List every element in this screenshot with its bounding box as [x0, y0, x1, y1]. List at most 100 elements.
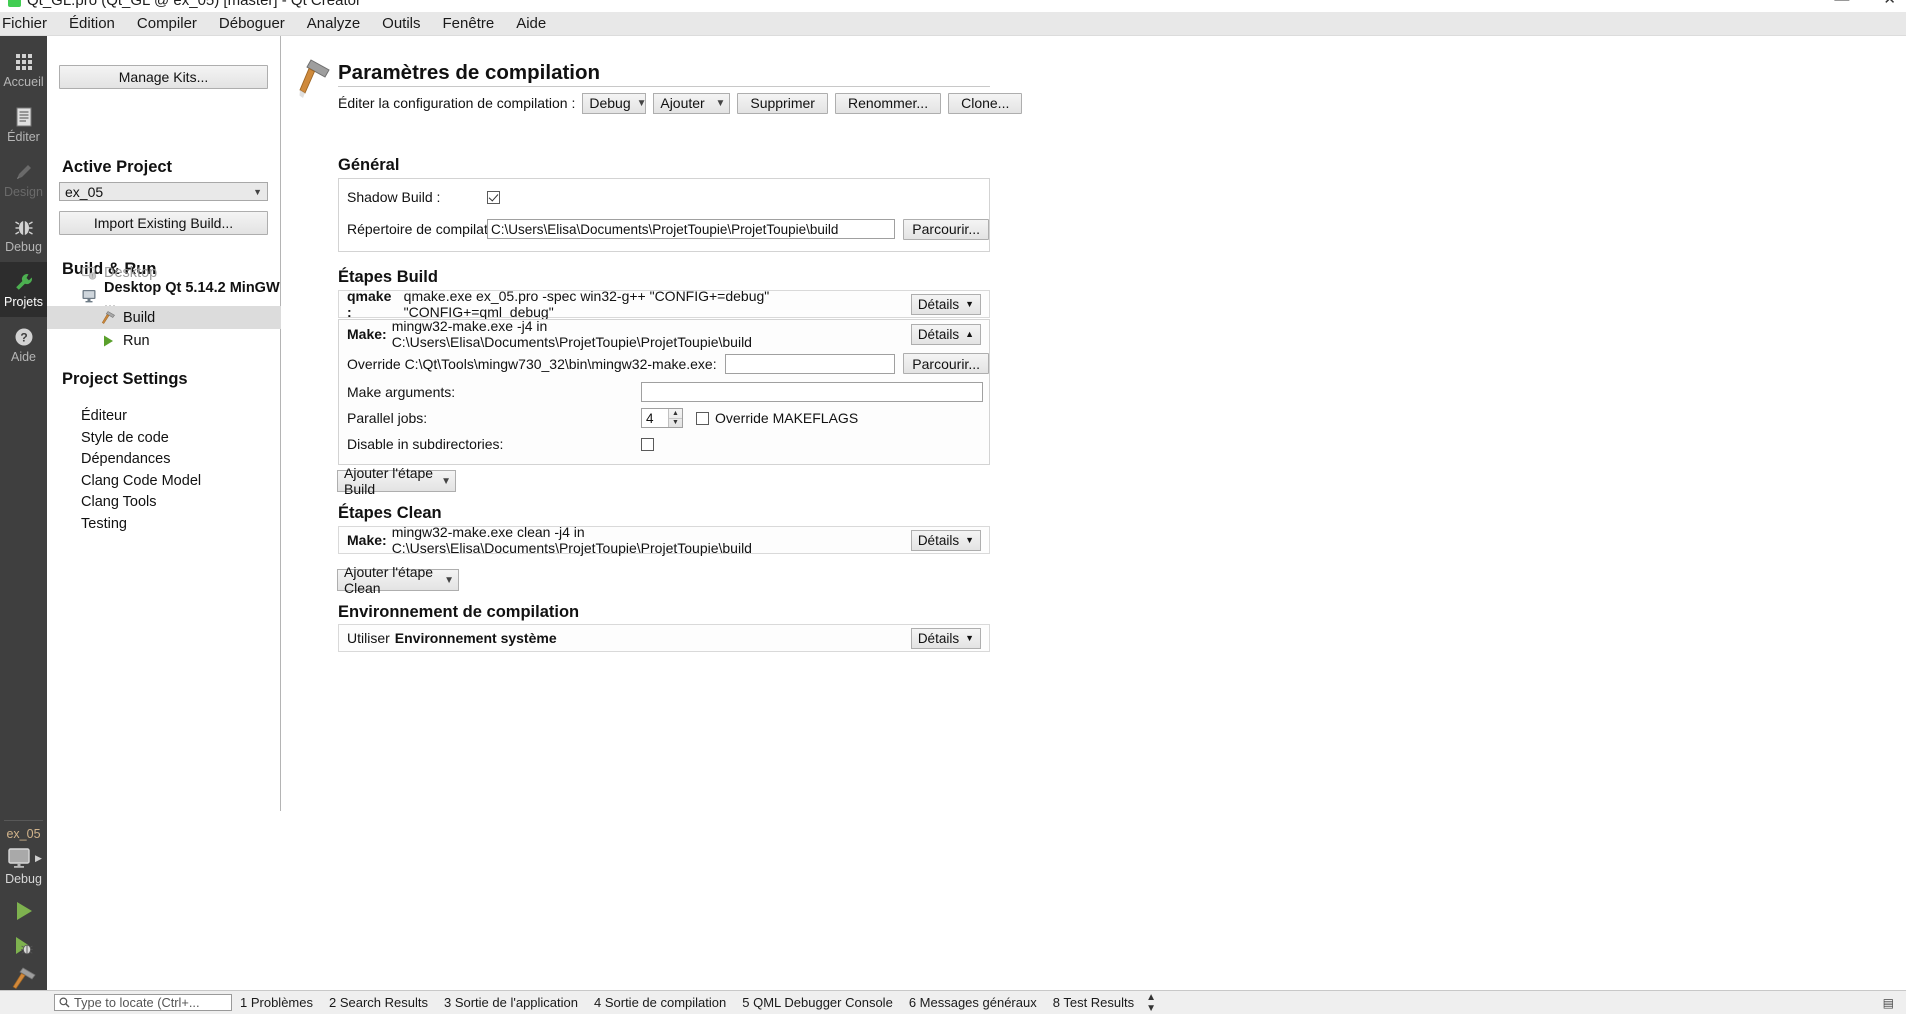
project-settings-item-clang-tools[interactable]: Clang Tools: [81, 494, 157, 510]
project-settings-item-clang-code-model[interactable]: Clang Code Model: [81, 473, 201, 489]
menu-fichier[interactable]: Fichier: [0, 13, 58, 34]
kit-target-selector[interactable]: ▶: [0, 844, 47, 872]
rename-config-button[interactable]: Renommer...: [834, 92, 942, 114]
clean-step-make[interactable]: Make: mingw32-make.exe clean -j4 in C:\U…: [338, 524, 990, 556]
locate-input[interactable]: Type to locate (Ctrl+...: [54, 994, 232, 1011]
mode-label-debug: Debug: [5, 239, 42, 254]
add-config-label: Ajouter: [660, 95, 705, 111]
menu-outils[interactable]: Outils: [371, 13, 431, 34]
make-arguments-row: Make arguments:: [339, 379, 989, 405]
status-item-sortie-application[interactable]: 3 Sortie de l'application: [436, 995, 586, 1010]
mode-button-editer[interactable]: Éditer: [0, 97, 47, 152]
menu-deboguer[interactable]: Déboguer: [208, 13, 296, 34]
tree-item-run[interactable]: Run: [47, 329, 281, 352]
project-settings-item-dependances[interactable]: Dépendances: [81, 451, 171, 467]
status-item-messages-generaux[interactable]: 6 Messages généraux: [901, 995, 1045, 1010]
status-bar: Type to locate (Ctrl+... 1 Problèmes 2 S…: [0, 990, 1906, 1014]
add-clean-step-button[interactable]: Ajouter l'étape Clean ▼: [337, 564, 459, 596]
disable-subdirectories-checkbox[interactable]: [641, 437, 654, 451]
minimize-icon[interactable]: —: [1834, 0, 1849, 8]
build-environment-details-button[interactable]: Détails ▼: [910, 627, 981, 649]
monitor-icon: [8, 848, 30, 868]
parallel-jobs-stepper[interactable]: 4 ▲ ▼: [641, 408, 683, 428]
clean-steps-heading: Étapes Clean: [338, 504, 442, 522]
make-arguments-input[interactable]: [641, 382, 983, 402]
chevron-down-icon: ▼: [444, 574, 454, 586]
build-config-toolbar: Éditer la configuration de compilation :…: [338, 86, 1023, 120]
make-details-button[interactable]: Détails ▲: [910, 323, 981, 345]
run-button[interactable]: [0, 894, 47, 928]
add-build-step-label: Ajouter l'étape Build: [344, 465, 434, 497]
tree-label-run: Run: [123, 332, 150, 349]
stepper-up-icon[interactable]: ▲: [669, 409, 682, 419]
mode-button-debug[interactable]: Debug: [0, 207, 47, 262]
wrench-icon: [15, 273, 32, 290]
add-config-button[interactable]: Ajouter ▼: [653, 92, 731, 114]
chevron-down-icon: ▼: [253, 186, 262, 197]
build-environment-heading: Environnement de compilation: [338, 603, 580, 621]
build-step-qmake[interactable]: qmake : qmake.exe ex_05.pro -spec win32-…: [338, 288, 990, 320]
shadow-build-row: Shadow Build :: [339, 179, 989, 215]
menu-compiler[interactable]: Compiler: [126, 13, 208, 34]
divider: [4, 820, 43, 821]
build-step-make-header[interactable]: Make: mingw32-make.exe -j4 in C:\Users\E…: [339, 318, 989, 350]
project-settings-heading: Project Settings: [62, 370, 188, 388]
build-environment-row[interactable]: Utiliser Environnement système Détails ▼: [338, 624, 990, 652]
chevron-down-icon: ▼: [965, 535, 974, 545]
browse-override-make-button[interactable]: Parcourir...: [903, 353, 989, 374]
tree-item-kit[interactable]: Desktop Qt 5.14.2 MinGW ...: [47, 280, 281, 312]
manage-kits-button[interactable]: Manage Kits...: [59, 65, 268, 89]
remove-config-button[interactable]: Supprimer: [737, 92, 828, 114]
chevron-down-icon: ▼: [965, 633, 974, 643]
override-makeflags-checkbox[interactable]: [696, 411, 709, 425]
clean-make-details-button[interactable]: Détails ▼: [910, 529, 981, 551]
override-make-input[interactable]: [724, 353, 896, 374]
build-config-combo[interactable]: Debug ▼: [582, 92, 647, 114]
active-project-combo[interactable]: ex_05 ▼: [59, 182, 268, 201]
grid-icon: [15, 53, 32, 70]
project-settings-item-editeur[interactable]: Éditeur: [81, 408, 127, 424]
project-settings-item-style-de-code[interactable]: Style de code: [81, 430, 169, 446]
build-steps-heading: Étapes Build: [338, 268, 438, 286]
menu-fenetre[interactable]: Fenêtre: [432, 13, 506, 34]
edit-config-label: Éditer la configuration de compilation :: [338, 95, 576, 111]
qmake-details-button[interactable]: Détails ▼: [910, 293, 981, 315]
mode-button-accueil[interactable]: Accueil: [0, 42, 47, 97]
tree-item-build[interactable]: Build: [47, 306, 281, 329]
stepper-down-icon[interactable]: ▼: [669, 419, 682, 428]
chevron-right-icon: ▶: [35, 852, 42, 863]
status-item-search-results[interactable]: 2 Search Results: [321, 995, 436, 1010]
mode-button-projets[interactable]: Projets: [0, 262, 47, 317]
question-icon: ?: [15, 328, 32, 345]
menu-edition[interactable]: Édition: [58, 13, 126, 34]
document-icon: [16, 107, 31, 126]
build-step-make-panel: Make: mingw32-make.exe -j4 in C:\Users\E…: [338, 318, 990, 465]
clone-config-button[interactable]: Clone...: [948, 92, 1023, 114]
svg-text:?: ?: [20, 330, 27, 344]
status-item-sortie-compilation[interactable]: 4 Sortie de compilation: [586, 995, 734, 1010]
project-settings-item-testing[interactable]: Testing: [81, 516, 127, 532]
import-existing-build-button[interactable]: Import Existing Build...: [59, 211, 268, 235]
browse-build-directory-button[interactable]: Parcourir...: [903, 218, 989, 240]
build-step-make-command: mingw32-make.exe -j4 in C:\Users\Elisa\D…: [391, 318, 752, 350]
status-resize-grip[interactable]: ▤: [1883, 996, 1894, 1010]
parallel-jobs-row: Parallel jobs: 4 ▲ ▼ Override MAKEFLAGS: [339, 405, 989, 431]
close-icon[interactable]: ✕: [1883, 0, 1896, 8]
menu-aide[interactable]: Aide: [505, 13, 557, 34]
kit-build-mode-label: Debug: [5, 872, 42, 886]
menu-analyze[interactable]: Analyze: [296, 13, 371, 34]
hammer-icon: [299, 59, 330, 98]
updown-icon[interactable]: ▲ ▼: [1142, 992, 1156, 1014]
status-item-problemes[interactable]: 1 Problèmes: [232, 995, 321, 1010]
status-item-test-results[interactable]: 8 Test Results: [1045, 995, 1142, 1010]
mode-label-design: Design: [4, 184, 43, 199]
start-debugging-button[interactable]: [0, 928, 47, 962]
mode-button-aide[interactable]: ? Aide: [0, 317, 47, 372]
hammer-icon: [101, 310, 115, 324]
add-build-step-button[interactable]: Ajouter l'étape Build ▼: [337, 465, 456, 497]
general-heading: Général: [338, 156, 400, 174]
search-icon: [59, 997, 70, 1008]
status-item-qml-debugger-console[interactable]: 5 QML Debugger Console: [734, 995, 901, 1010]
shadow-build-checkbox[interactable]: [487, 190, 500, 204]
build-directory-input[interactable]: C:\Users\Elisa\Documents\ProjetToupie\Pr…: [487, 219, 896, 239]
